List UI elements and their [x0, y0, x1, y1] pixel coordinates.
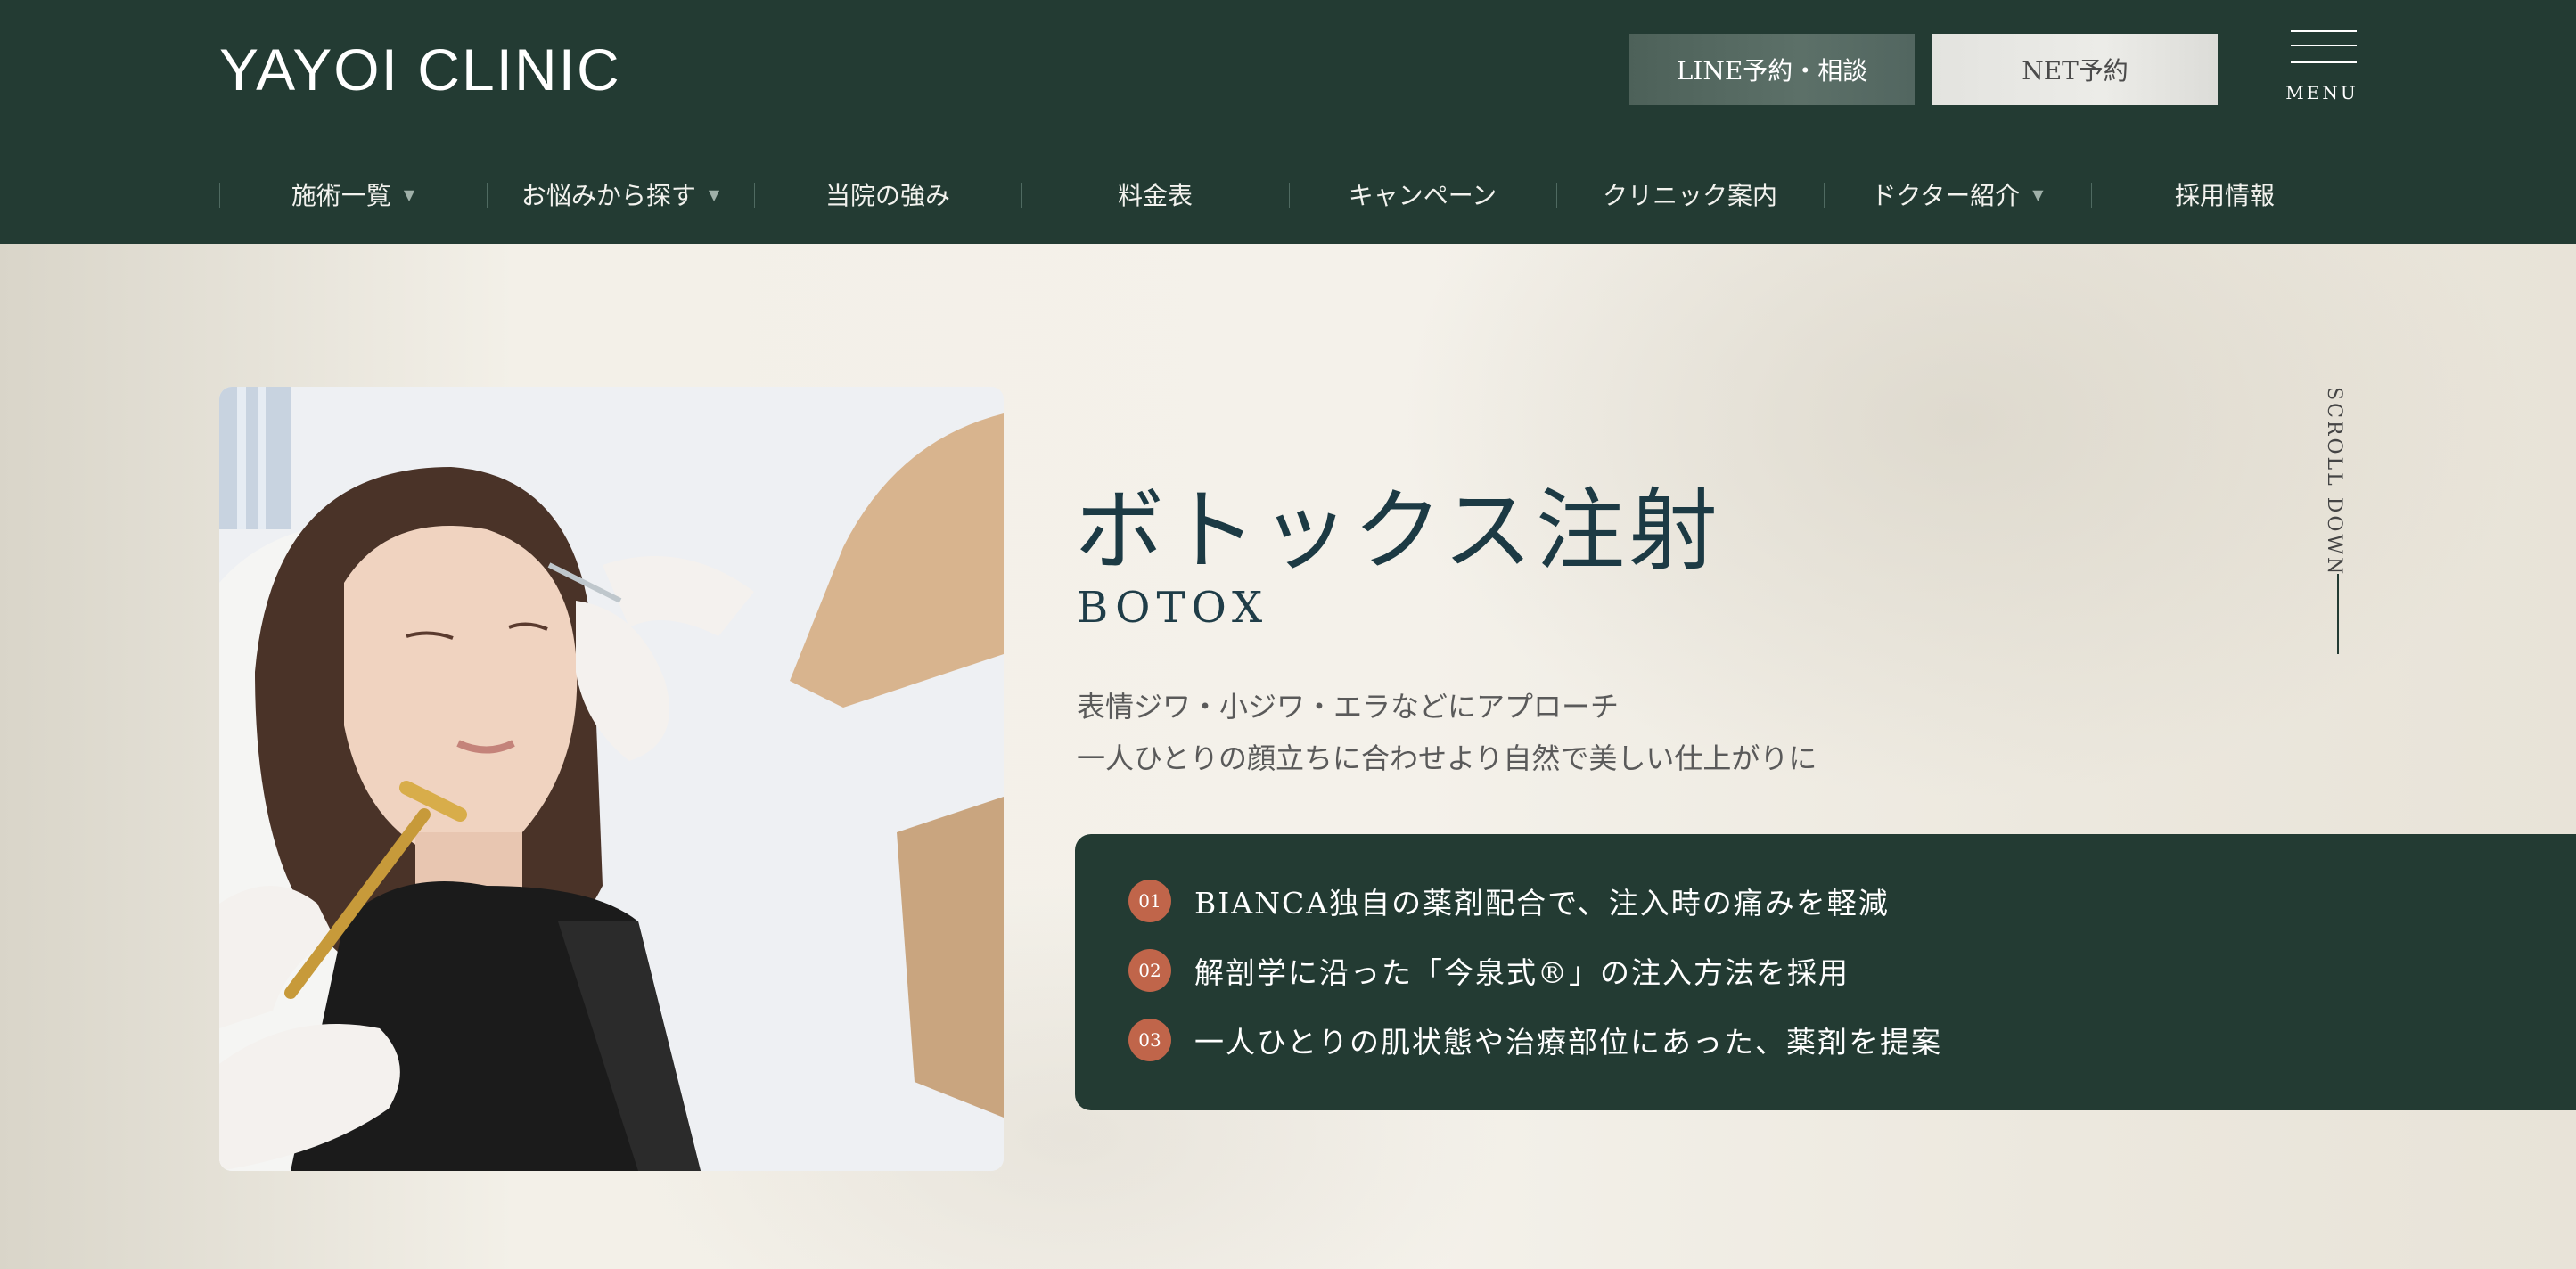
page-subtitle: BOTOX: [1077, 583, 1269, 633]
hamburger-icon: [2291, 30, 2357, 32]
scroll-line-icon: [2337, 574, 2339, 654]
nav-item-treatments[interactable]: 施術一覧 ▼: [219, 143, 487, 245]
nav-item-recruit[interactable]: 採用情報: [2091, 143, 2359, 245]
nav-item-strengths[interactable]: 当院の強み: [754, 143, 1021, 245]
hero-description: 表情ジワ・小ジワ・エラなどにアプローチ 一人ひとりの顔立ちに合わせより自然で美し…: [1077, 681, 1817, 784]
net-reservation-button[interactable]: NET予約: [1932, 34, 2218, 105]
page-title: ボトックス注射: [1075, 479, 1721, 583]
clinic-logo[interactable]: YAYOI CLINIC: [219, 37, 621, 102]
feature-text: BIANCA独自の薬剤配合で、注入時の痛みを軽減: [1194, 886, 1890, 921]
features-panel: 01 BIANCA独自の薬剤配合で、注入時の痛みを軽減 02 解剖学に沿った「今…: [1075, 834, 2576, 1110]
menu-label: MENU: [2285, 82, 2359, 103]
header: YAYOI CLINIC LINE予約・相談 NET予約 MENU: [0, 0, 2576, 143]
description-line: 一人ひとりの顔立ちに合わせより自然で美しい仕上がりに: [1077, 741, 1817, 775]
nav-item-concerns[interactable]: お悩みから探す ▼: [487, 143, 754, 245]
scroll-down-label: SCROLL DOWN: [2323, 387, 2345, 577]
feature-item: 01 BIANCA独自の薬剤配合で、注入時の痛みを軽減: [1128, 879, 1890, 923]
hero-section: ボトックス注射 BOTOX 表情ジワ・小ジワ・エラなどにアプローチ 一人ひとりの…: [0, 244, 2576, 1269]
feature-text: 解剖学に沿った「今泉式®」の注入方法を採用: [1194, 955, 1850, 990]
chevron-down-icon: ▼: [403, 185, 415, 203]
main-nav: 施術一覧 ▼ お悩みから探す ▼ 当院の強み 料金表 キャンペーン クリニック案内 …: [0, 143, 2576, 244]
menu-button[interactable]: MENU: [2282, 29, 2362, 109]
nav-item-doctors[interactable]: ドクター紹介 ▼: [1824, 143, 2091, 245]
feature-item: 02 解剖学に沿った「今泉式®」の注入方法を採用: [1128, 948, 1850, 993]
nav-item-clinic-info[interactable]: クリニック案内: [1556, 143, 1824, 245]
feature-number-badge: 01: [1128, 880, 1171, 922]
line-reservation-button[interactable]: LINE予約・相談: [1629, 34, 1915, 105]
hero-photo: [219, 387, 1004, 1171]
description-line: 表情ジワ・小ジワ・エラなどにアプローチ: [1077, 690, 1620, 724]
feature-text: 一人ひとりの肌状態や治療部位にあった、薬剤を提案: [1194, 1025, 1943, 1060]
nav-item-pricing[interactable]: 料金表: [1021, 143, 1289, 245]
feature-number-badge: 02: [1128, 949, 1171, 992]
feature-number-badge: 03: [1128, 1019, 1171, 1061]
nav-item-campaign[interactable]: キャンペーン: [1289, 143, 1556, 245]
feature-item: 03 一人ひとりの肌状態や治療部位にあった、薬剤を提案: [1128, 1018, 1942, 1062]
chevron-down-icon: ▼: [2032, 185, 2044, 203]
chevron-down-icon: ▼: [708, 185, 720, 203]
scroll-down-indicator[interactable]: SCROLL DOWN: [2321, 387, 2357, 654]
